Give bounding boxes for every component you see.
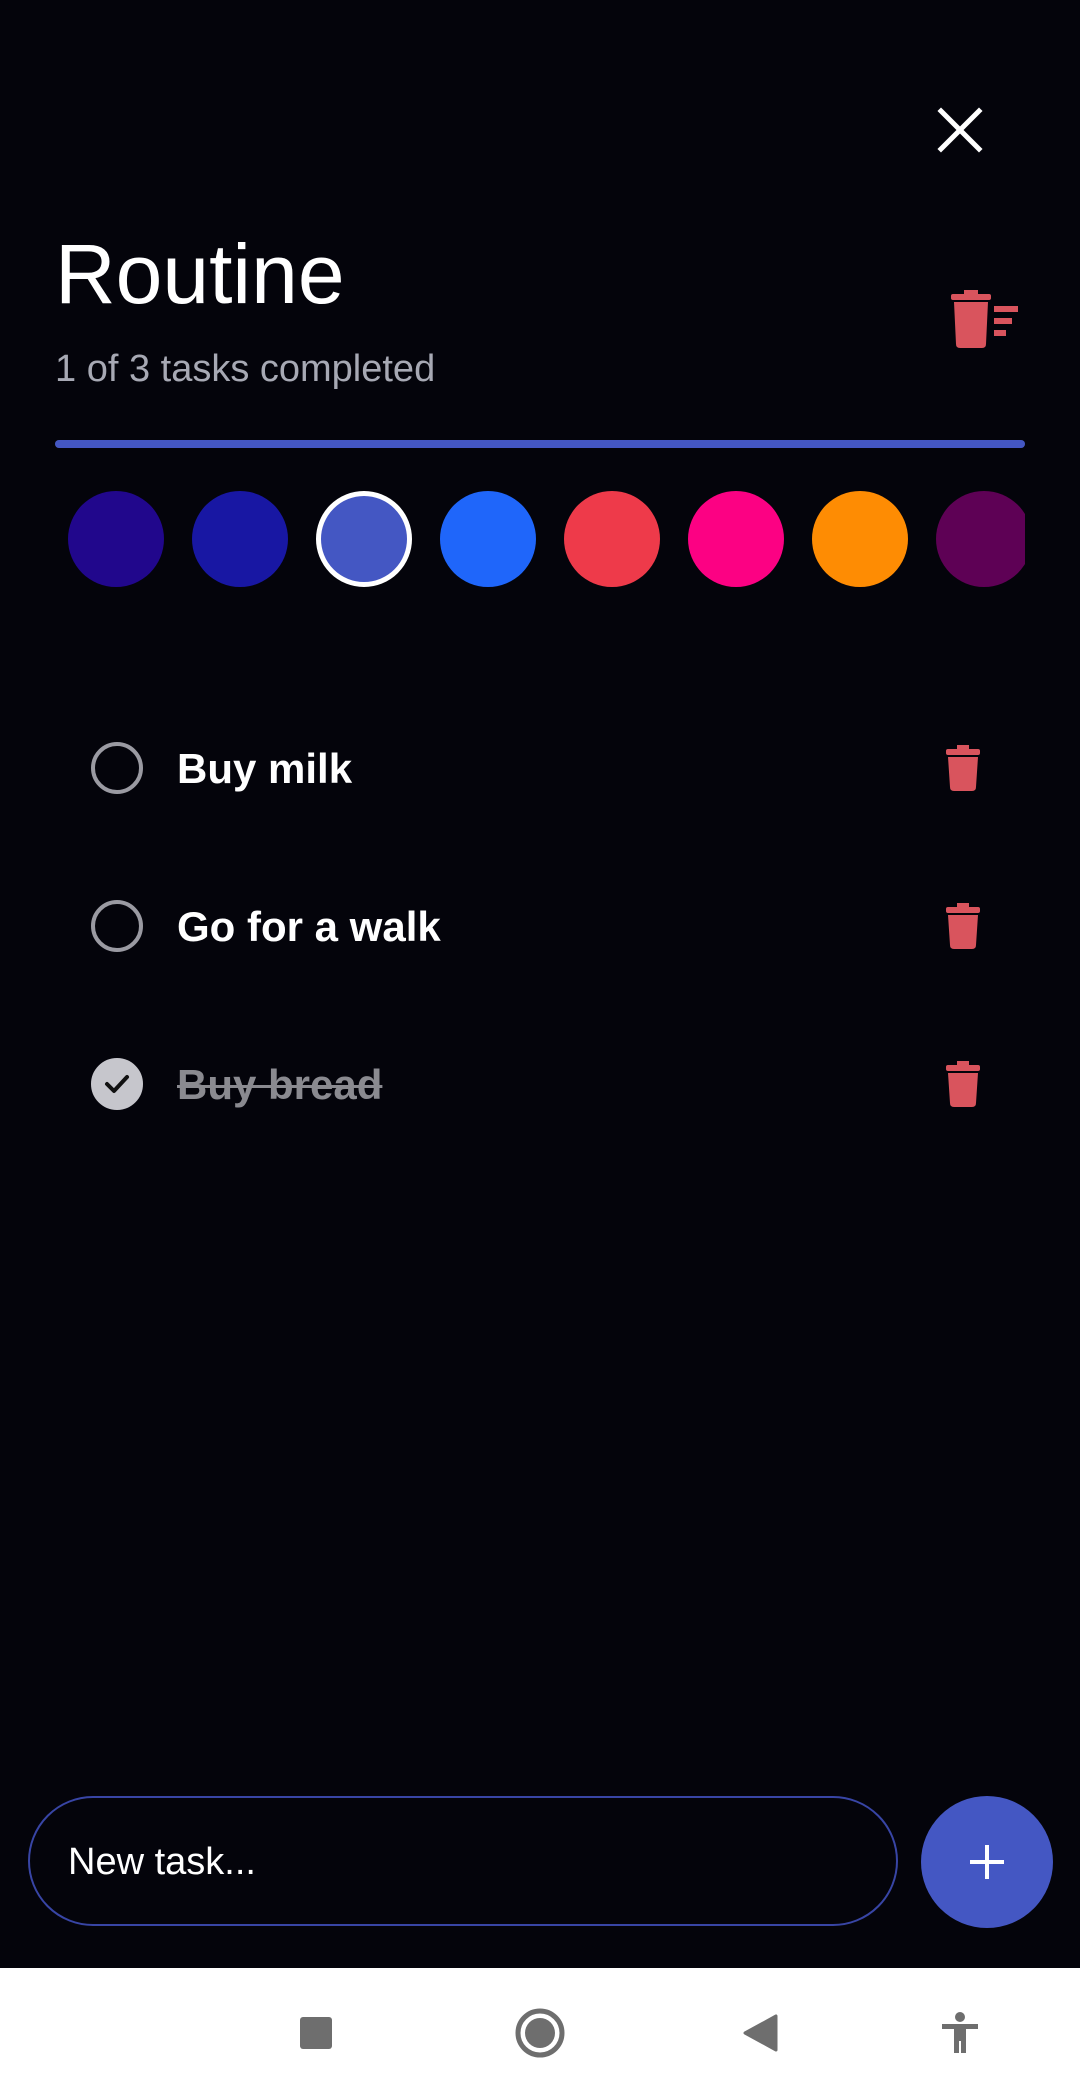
color-swatch-indigo[interactable]: [68, 491, 164, 587]
square-icon: [300, 2017, 332, 2049]
trash-icon: [946, 1061, 980, 1107]
delete-sweep-icon: [951, 290, 1018, 348]
delete-task-button[interactable]: [935, 740, 991, 796]
task-label: Go for a walk: [177, 903, 441, 950]
new-task-input[interactable]: [66, 1798, 860, 1926]
check-icon: [105, 1075, 129, 1093]
clear-completed-button[interactable]: [944, 284, 1024, 354]
circle-icon: [515, 2008, 565, 2058]
accessibility-button[interactable]: [922, 1995, 998, 2071]
task-item[interactable]: Buy milk: [55, 712, 1025, 822]
color-swatch-periwinkle[interactable]: [316, 491, 412, 587]
accessibility-icon: [942, 2012, 978, 2053]
color-swatch-blue[interactable]: [440, 491, 536, 587]
plus-icon: [970, 1845, 1004, 1879]
unchecked-checkbox[interactable]: [91, 900, 143, 952]
new-task-field[interactable]: [28, 1796, 898, 1926]
triangle-back-icon: [743, 2014, 778, 2052]
close-button[interactable]: [920, 90, 1000, 170]
recents-button[interactable]: [278, 1995, 354, 2071]
progress-bar: [55, 440, 1025, 448]
color-picker: [55, 488, 1025, 588]
task-label: Buy milk: [177, 745, 353, 792]
color-swatch-magenta[interactable]: [688, 491, 784, 587]
screen: Routine 1 of 3 tasks completed Buy milk G…: [0, 0, 1080, 2098]
unchecked-checkbox[interactable]: [91, 742, 143, 794]
close-icon: [937, 107, 983, 153]
trash-icon: [946, 745, 980, 791]
back-button[interactable]: [722, 1995, 798, 2071]
color-swatch-orange[interactable]: [812, 491, 908, 587]
color-swatch-navy[interactable]: [192, 491, 288, 587]
color-swatch-red[interactable]: [564, 491, 660, 587]
system-nav-bar: [0, 1968, 1080, 2098]
home-button[interactable]: [502, 1995, 578, 2071]
add-task-button[interactable]: [921, 1796, 1053, 1928]
completion-summary: 1 of 3 tasks completed: [55, 348, 436, 390]
delete-task-button[interactable]: [935, 1056, 991, 1112]
list-title: Routine: [55, 227, 345, 321]
task-label: Buy bread: [177, 1061, 383, 1108]
trash-icon: [946, 903, 980, 949]
delete-task-button[interactable]: [935, 898, 991, 954]
checked-checkbox[interactable]: [91, 1058, 143, 1110]
progress-fill: [55, 440, 1025, 448]
task-item[interactable]: Buy bread: [55, 1028, 1025, 1138]
color-swatch-purple[interactable]: [936, 491, 1025, 587]
task-item[interactable]: Go for a walk: [55, 870, 1025, 980]
